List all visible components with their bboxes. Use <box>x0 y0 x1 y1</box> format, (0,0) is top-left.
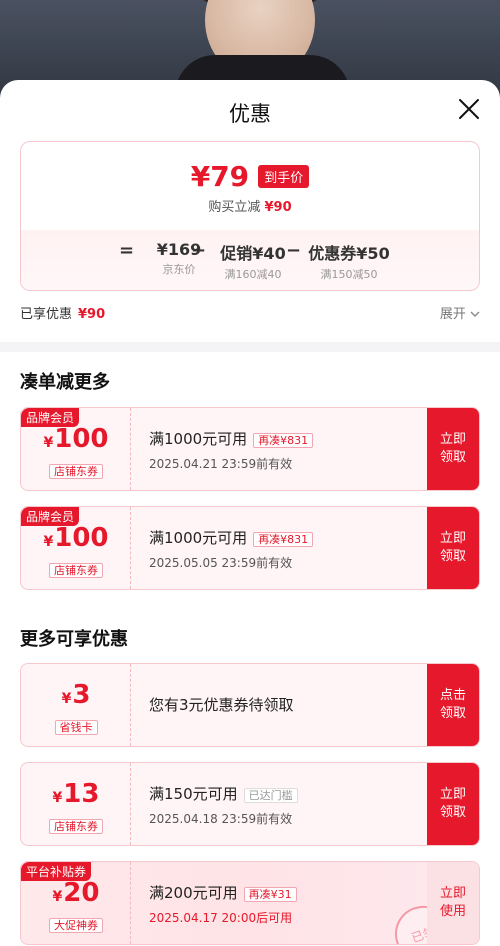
expand-button[interactable]: 展开 <box>440 303 480 322</box>
coupon-amount: ¥3 <box>21 680 131 710</box>
final-price-row: ¥79 到手价 <box>21 160 479 193</box>
price-formula: = ¥169 京东价 − 促销¥40 满160减40 − 优惠券¥50 满150… <box>21 240 479 284</box>
coupon-value: 优惠券¥50 <box>308 244 390 263</box>
coupon-kind-label: 店铺东券 <box>49 819 103 834</box>
coupon-details: 满1000元可用 再凑¥831 2025.04.21 23:59前有效 <box>149 428 419 472</box>
coupon-condition-text: 满150元可用 <box>149 785 238 803</box>
coupon-card: ¥13 店铺东券 满150元可用 已达门槛 2025.04.18 23:59前有效… <box>20 762 480 846</box>
currency-symbol: ¥ <box>61 691 72 707</box>
coupon-validity: 2025.05.05 23:59前有效 <box>149 556 293 570</box>
coupon-kind: 大促神券 <box>21 914 131 933</box>
enjoyed-discount: 已享优惠 ¥90 <box>20 303 105 322</box>
currency-symbol: ¥ <box>52 790 63 806</box>
formula-item-coupon: 优惠券¥50 满150减50 <box>303 240 395 282</box>
final-price: ¥79 <box>190 160 250 193</box>
sheet-title: 优惠 <box>229 102 271 126</box>
coupon-condition-text: 满200元可用 <box>149 884 238 902</box>
instant-discount-value: ¥90 <box>264 200 292 215</box>
coupon-condition-text: 满1000元可用 <box>149 529 248 547</box>
coupon-card: ¥100 店铺东券 品牌会员 满1000元可用 再凑¥831 2025.05.05… <box>20 506 480 590</box>
currency-symbol: ¥ <box>43 435 54 451</box>
coupon-validity: 2025.04.18 23:59前有效 <box>149 812 293 826</box>
coupon-details: 您有3元优惠券待领取 <box>149 694 419 715</box>
coupon-condition: 满1000元可用 再凑¥831 <box>149 428 419 449</box>
coupon-chip: 已达门槛 <box>243 788 298 803</box>
coupon-amount: ¥100 <box>21 424 131 454</box>
minus-sign: − <box>191 240 207 261</box>
enjoyed-label: 已享优惠 <box>20 307 73 322</box>
coupon-amount-value: 100 <box>54 424 109 454</box>
coupon-kind: 店铺东券 <box>21 460 131 479</box>
coupon-amount-area: ¥3 省钱卡 <box>21 664 131 746</box>
coupon-amount-value: 20 <box>63 878 100 908</box>
price-breakdown-card: ¥79 到手价 购买立减 ¥90 = ¥169 京东价 − 促销¥40 满160… <box>20 141 480 291</box>
coupon-card: ¥100 店铺东券 品牌会员 满1000元可用 再凑¥831 2025.04.21… <box>20 407 480 491</box>
coupon-badge: 品牌会员 <box>21 507 80 526</box>
coupon-condition-text: 您有3元优惠券待领取 <box>149 696 294 714</box>
section-title-more-discounts: 凑单减更多 <box>20 372 110 393</box>
coupon-card: ¥20 大促神券 平台补贴券 满200元可用 再凑¥31 2025.04.17 2… <box>20 861 480 945</box>
equals-sign: = <box>119 240 135 261</box>
coupon-amount-value: 13 <box>63 779 100 809</box>
coupon-amount: ¥13 <box>21 779 131 809</box>
currency-symbol: ¥ <box>43 534 54 550</box>
claim-coupon-button[interactable]: 立即领取 <box>427 763 479 845</box>
coupon-amount-value: 100 <box>54 523 109 553</box>
coupon-kind: 省钱卡 <box>21 716 131 735</box>
enjoyed-value: ¥90 <box>78 307 106 322</box>
claim-coupon-button[interactable]: 立即领取 <box>427 507 479 589</box>
coupon-amount: ¥20 <box>21 878 131 908</box>
coupon-chip: 再凑¥831 <box>253 433 314 448</box>
coupon-details: 满200元可用 再凑¥31 2025.04.17 20:00后可用 <box>149 882 419 926</box>
currency-symbol: ¥ <box>52 889 63 905</box>
coupon-kind: 店铺东券 <box>21 559 131 578</box>
coupon-card: ¥3 省钱卡 您有3元优惠券待领取 点击领取 <box>20 663 480 747</box>
coupon-amount: ¥100 <box>21 523 131 553</box>
use-coupon-button[interactable]: 立即使用 <box>427 862 479 944</box>
discount-sheet: 优惠 ¥79 到手价 购买立减 ¥90 = ¥169 京东价 − 促销¥40 满… <box>0 80 500 946</box>
expand-label: 展开 <box>439 307 466 322</box>
coupon-details: 满1000元可用 再凑¥831 2025.05.05 23:59前有效 <box>149 527 419 571</box>
close-icon[interactable] <box>458 98 480 120</box>
coupon-kind-label: 省钱卡 <box>54 720 98 735</box>
coupon-condition-text: 满1000元可用 <box>149 430 248 448</box>
coupon-badge: 平台补贴券 <box>21 862 92 881</box>
coupon-chip: 再凑¥31 <box>243 887 297 902</box>
coupon-details: 满150元可用 已达门槛 2025.04.18 23:59前有效 <box>149 783 419 827</box>
section-divider <box>0 342 500 352</box>
coupon-kind-label: 大促神券 <box>49 918 103 933</box>
final-price-tag: 到手价 <box>258 165 310 188</box>
coupon-condition: 满1000元可用 再凑¥831 <box>149 527 419 548</box>
coupon-validity: 2025.04.17 20:00后可用 <box>149 911 293 925</box>
chevron-down-icon <box>470 311 480 317</box>
instant-discount-row: 购买立减 ¥90 <box>21 196 479 215</box>
coupon-amount-area: ¥13 店铺东券 <box>21 763 131 845</box>
coupon-kind-label: 店铺东券 <box>49 464 103 479</box>
section-title-more-offers: 更多可享优惠 <box>20 629 128 650</box>
promotion-condition: 满160减40 <box>224 268 282 281</box>
coupon-amount-value: 3 <box>72 680 91 710</box>
coupon-condition: 满150减50 <box>320 268 378 281</box>
coupon-condition: 满200元可用 再凑¥31 <box>149 882 419 903</box>
coupon-condition: 满150元可用 已达门槛 <box>149 783 419 804</box>
coupon-badge: 品牌会员 <box>21 408 80 427</box>
coupon-kind: 店铺东券 <box>21 815 131 834</box>
instant-discount-label: 购买立减 <box>208 200 261 215</box>
minus-sign: − <box>286 240 302 261</box>
coupon-validity: 2025.04.21 23:59前有效 <box>149 457 293 471</box>
coupon-kind-label: 店铺东券 <box>49 563 103 578</box>
claim-coupon-button[interactable]: 点击领取 <box>427 664 479 746</box>
claim-coupon-button[interactable]: 立即领取 <box>427 408 479 490</box>
coupon-chip: 再凑¥831 <box>253 532 314 547</box>
